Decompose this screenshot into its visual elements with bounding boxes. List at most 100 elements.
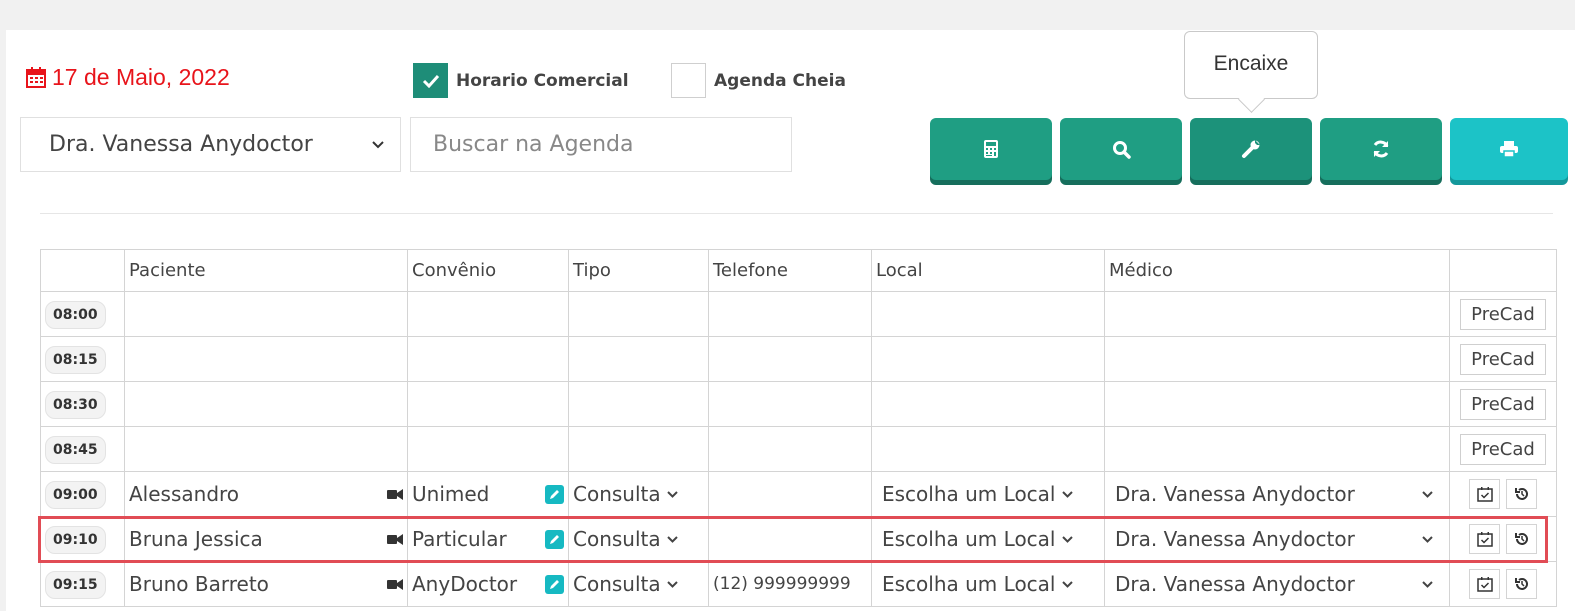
history-icon: [1514, 533, 1528, 545]
history-button[interactable]: [1506, 569, 1537, 599]
refresh-button[interactable]: [1320, 118, 1442, 180]
agenda-search-input[interactable]: [410, 117, 792, 172]
edit-icon[interactable]: [545, 484, 564, 504]
chevron-down-icon[interactable]: [1422, 535, 1433, 543]
chevron-down-icon[interactable]: [666, 490, 678, 498]
col-medico: Médico: [1104, 249, 1450, 292]
paciente-name[interactable]: Alessandro: [129, 482, 239, 506]
local-cell[interactable]: [871, 381, 1105, 427]
telefone-cell[interactable]: [708, 291, 872, 337]
agenda-cheia-toggle[interactable]: Agenda Cheia: [671, 63, 846, 98]
local-select[interactable]: Escolha um Local: [882, 482, 1056, 506]
medico-select[interactable]: Dra. Vanessa Anydoctor: [1115, 482, 1355, 506]
agenda-cheia-label: Agenda Cheia: [714, 70, 846, 91]
history-button[interactable]: [1506, 479, 1537, 509]
calendar-check-button[interactable]: [1469, 569, 1500, 599]
chevron-down-icon[interactable]: [1422, 490, 1433, 498]
horario-comercial-label: Horario Comercial: [456, 70, 629, 91]
tipo-cell[interactable]: [568, 381, 709, 427]
convenio-cell[interactable]: [407, 291, 569, 337]
medico-cell[interactable]: [1104, 426, 1450, 472]
medico-cell[interactable]: [1104, 381, 1450, 427]
time-slot: 08:15: [45, 345, 106, 374]
medico-select[interactable]: Dra. Vanessa Anydoctor: [1115, 572, 1355, 596]
chevron-down-icon[interactable]: [666, 580, 678, 588]
time-slot: 08:00: [45, 300, 106, 329]
calculator-button[interactable]: [930, 118, 1052, 180]
video-camera-icon[interactable]: [387, 533, 403, 545]
telefone-cell[interactable]: [708, 381, 872, 427]
table-row: 08:45 PreCad: [40, 426, 1557, 472]
chevron-down-icon[interactable]: [1061, 580, 1073, 588]
precad-button[interactable]: PreCad: [1460, 433, 1546, 465]
col-convenio: Convênio: [407, 249, 569, 292]
convenio-cell[interactable]: [407, 381, 569, 427]
col-actions: [1449, 249, 1557, 292]
precad-button[interactable]: PreCad: [1460, 343, 1546, 375]
print-icon: [1500, 141, 1518, 158]
horario-comercial-checkbox[interactable]: [413, 63, 448, 98]
paciente-cell[interactable]: [124, 291, 408, 337]
tipo-cell[interactable]: [568, 336, 709, 382]
print-button[interactable]: [1450, 118, 1568, 180]
table-row: 09:00 Alessandro Unimed Consulta Escolha…: [40, 471, 1557, 517]
local-select[interactable]: Escolha um Local: [882, 572, 1056, 596]
calendar-check-icon: [1476, 487, 1493, 502]
date-text: 17 de Maio, 2022: [52, 64, 230, 90]
table-row: 09:15 Bruno Barreto AnyDoctor Consulta (…: [40, 561, 1557, 607]
chevron-down-icon[interactable]: [1061, 490, 1073, 498]
precad-button[interactable]: PreCad: [1460, 298, 1546, 330]
paciente-cell[interactable]: [124, 336, 408, 382]
table-row: 08:15 PreCad: [40, 336, 1557, 382]
tipo-cell[interactable]: [568, 426, 709, 472]
tipo-select[interactable]: Consulta: [573, 527, 661, 551]
chevron-down-icon: [372, 140, 384, 148]
local-cell[interactable]: [871, 426, 1105, 472]
edit-icon[interactable]: [545, 574, 564, 594]
telefone-value: [708, 471, 872, 517]
local-cell[interactable]: [871, 291, 1105, 337]
doctor-select[interactable]: Dra. Vanessa Anydoctor: [20, 117, 401, 172]
col-telefone: Telefone: [708, 249, 872, 292]
doctor-select-value: Dra. Vanessa Anydoctor: [49, 132, 313, 157]
agenda-cheia-checkbox[interactable]: [671, 63, 706, 98]
encaixe-tooltip: Encaixe: [1184, 31, 1318, 99]
history-button[interactable]: [1506, 524, 1537, 554]
video-camera-icon[interactable]: [387, 488, 403, 500]
calendar-check-button[interactable]: [1469, 479, 1500, 509]
agenda-date: 17 de Maio, 2022: [26, 64, 230, 91]
paciente-name[interactable]: Bruno Barreto: [129, 572, 269, 596]
chevron-down-icon[interactable]: [1061, 535, 1073, 543]
local-cell[interactable]: [871, 336, 1105, 382]
edit-icon[interactable]: [545, 529, 564, 549]
calendar-check-button[interactable]: [1469, 524, 1500, 554]
search-icon: [1112, 140, 1131, 159]
telefone-value: (12) 999999999: [708, 561, 872, 607]
paciente-name[interactable]: Bruna Jessica: [129, 527, 263, 551]
precad-button[interactable]: PreCad: [1460, 388, 1546, 420]
convenio-cell[interactable]: [407, 426, 569, 472]
calendar-icon: [26, 67, 46, 88]
wrench-icon: [1242, 140, 1260, 158]
encaixe-button[interactable]: [1190, 118, 1312, 180]
horario-comercial-toggle[interactable]: Horario Comercial: [413, 63, 629, 98]
chevron-down-icon[interactable]: [1422, 580, 1433, 588]
local-select[interactable]: Escolha um Local: [882, 527, 1056, 551]
medico-cell[interactable]: [1104, 336, 1450, 382]
chevron-down-icon[interactable]: [666, 535, 678, 543]
convenio-cell[interactable]: [407, 336, 569, 382]
paciente-cell[interactable]: [124, 426, 408, 472]
medico-select[interactable]: Dra. Vanessa Anydoctor: [1115, 527, 1355, 551]
telefone-cell[interactable]: [708, 426, 872, 472]
medico-cell[interactable]: [1104, 291, 1450, 337]
search-button[interactable]: [1060, 118, 1182, 180]
telefone-cell[interactable]: [708, 336, 872, 382]
tipo-select[interactable]: Consulta: [573, 482, 661, 506]
tipo-cell[interactable]: [568, 291, 709, 337]
divider: [40, 213, 1553, 214]
tipo-select[interactable]: Consulta: [573, 572, 661, 596]
convenio-value: Particular: [412, 527, 507, 551]
video-camera-icon[interactable]: [387, 578, 403, 590]
agenda-table: Paciente Convênio Tipo Telefone Local Mé…: [40, 249, 1557, 607]
paciente-cell[interactable]: [124, 381, 408, 427]
